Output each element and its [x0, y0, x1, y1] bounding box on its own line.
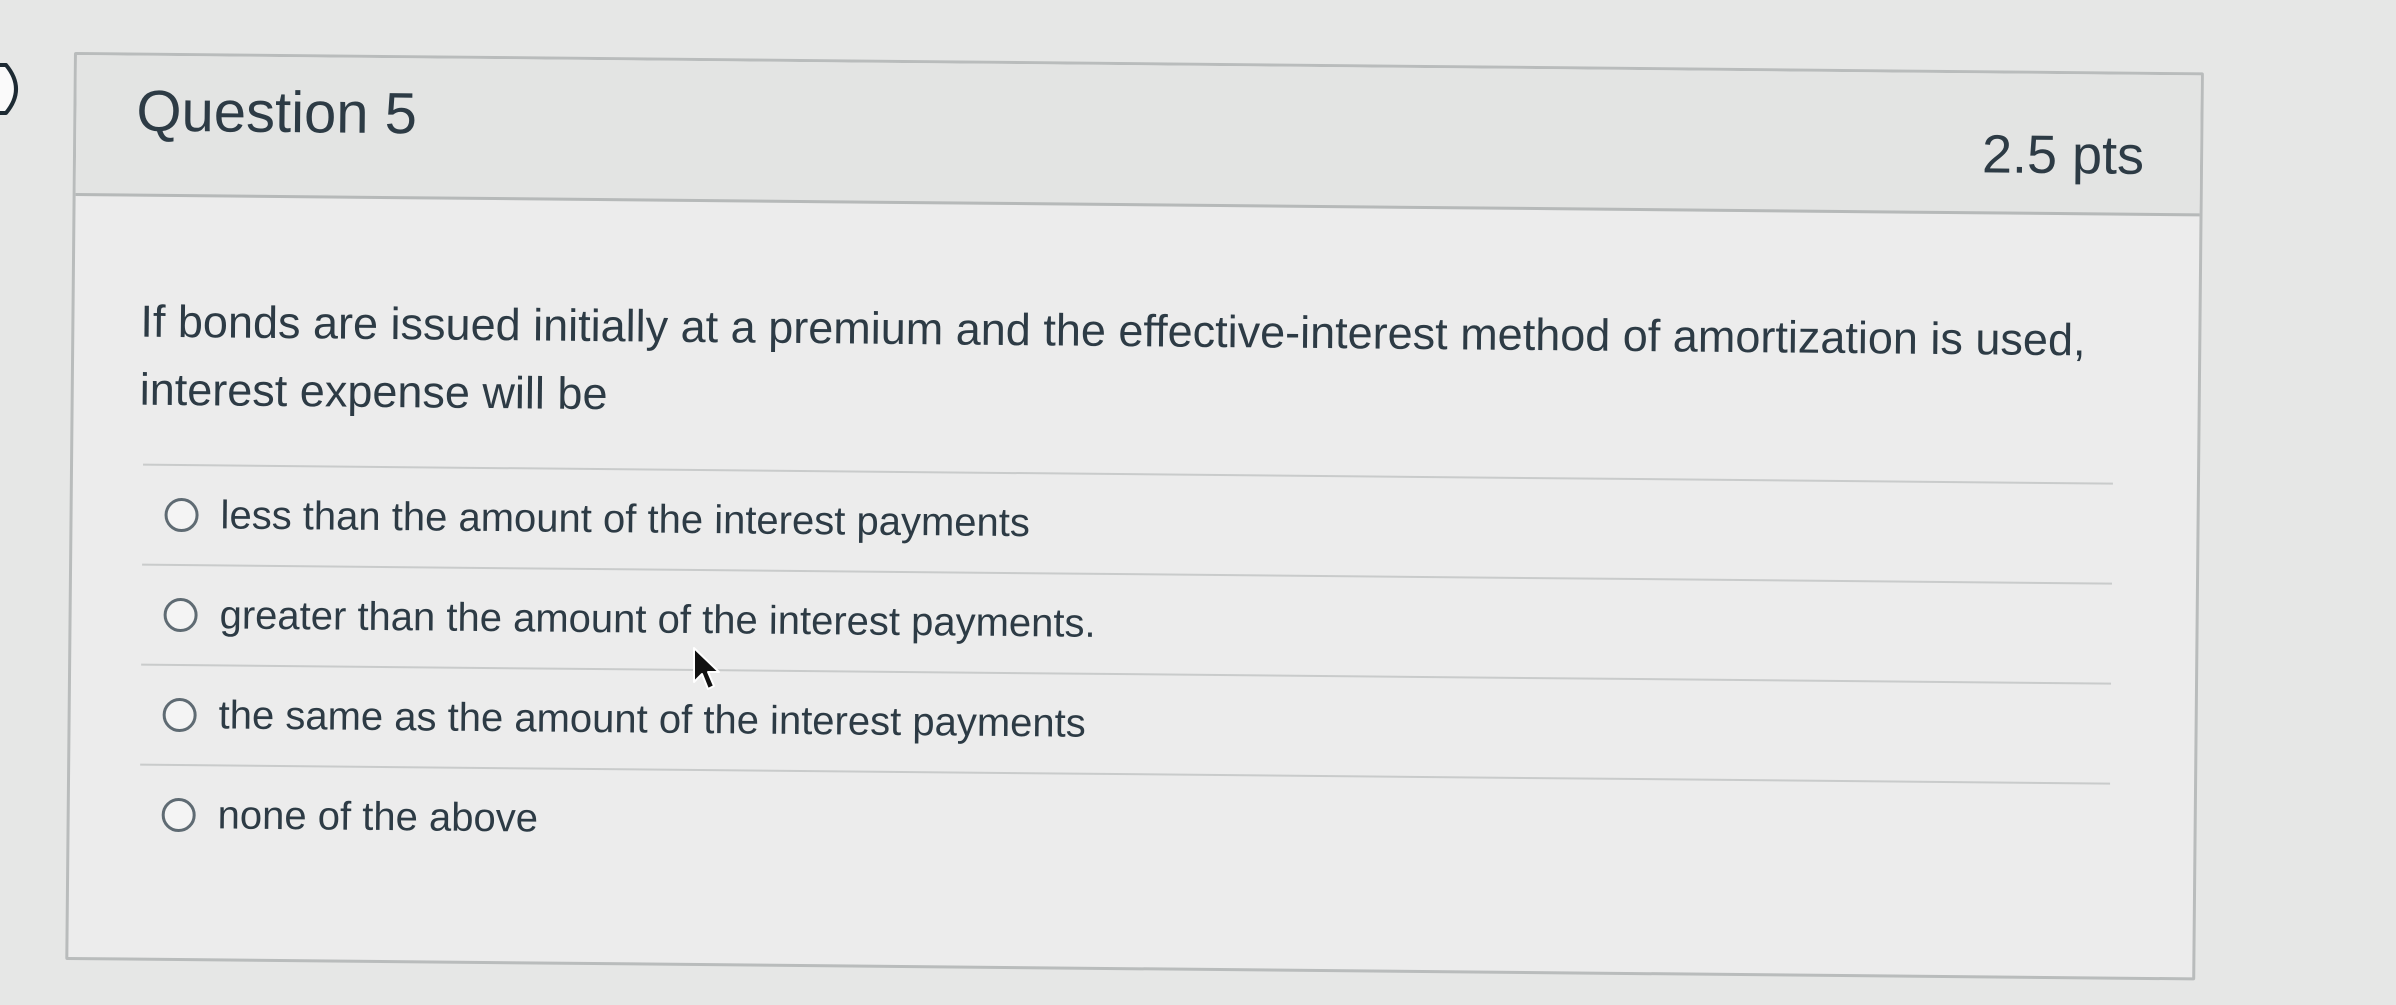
answer-option-1[interactable]: less than the amount of the interest pay…	[142, 463, 2113, 583]
radio-button-icon[interactable]	[162, 697, 197, 733]
answer-option-4[interactable]: none of the above	[139, 763, 2111, 883]
question-text: If bonds are issued initially at a premi…	[139, 295, 2086, 420]
radio-button-icon[interactable]	[161, 797, 196, 833]
answer-label[interactable]: greater than the amount of the interest …	[219, 593, 1095, 646]
answer-list: less than the amount of the interest pay…	[139, 463, 2113, 883]
question-header: Question 5 2.5 pts	[75, 55, 2201, 217]
answer-option-2[interactable]: greater than the amount of the interest …	[141, 563, 2113, 683]
answer-label[interactable]: none of the above	[217, 793, 538, 841]
bookmark-flag-icon[interactable]	[0, 62, 32, 116]
mouse-pointer-icon	[693, 647, 720, 690]
answer-option-3[interactable]: the same as the amount of the interest p…	[140, 663, 2112, 783]
question-title: Question 5	[136, 78, 418, 147]
question-points: 2.5 pts	[1981, 124, 2145, 186]
question-card: Question 5 2.5 pts If bonds are issued i…	[65, 52, 2204, 981]
radio-button-icon[interactable]	[164, 497, 199, 533]
answer-label[interactable]: less than the amount of the interest pay…	[220, 493, 1030, 546]
radio-button-icon[interactable]	[163, 597, 198, 633]
answer-label[interactable]: the same as the amount of the interest p…	[218, 693, 1086, 746]
